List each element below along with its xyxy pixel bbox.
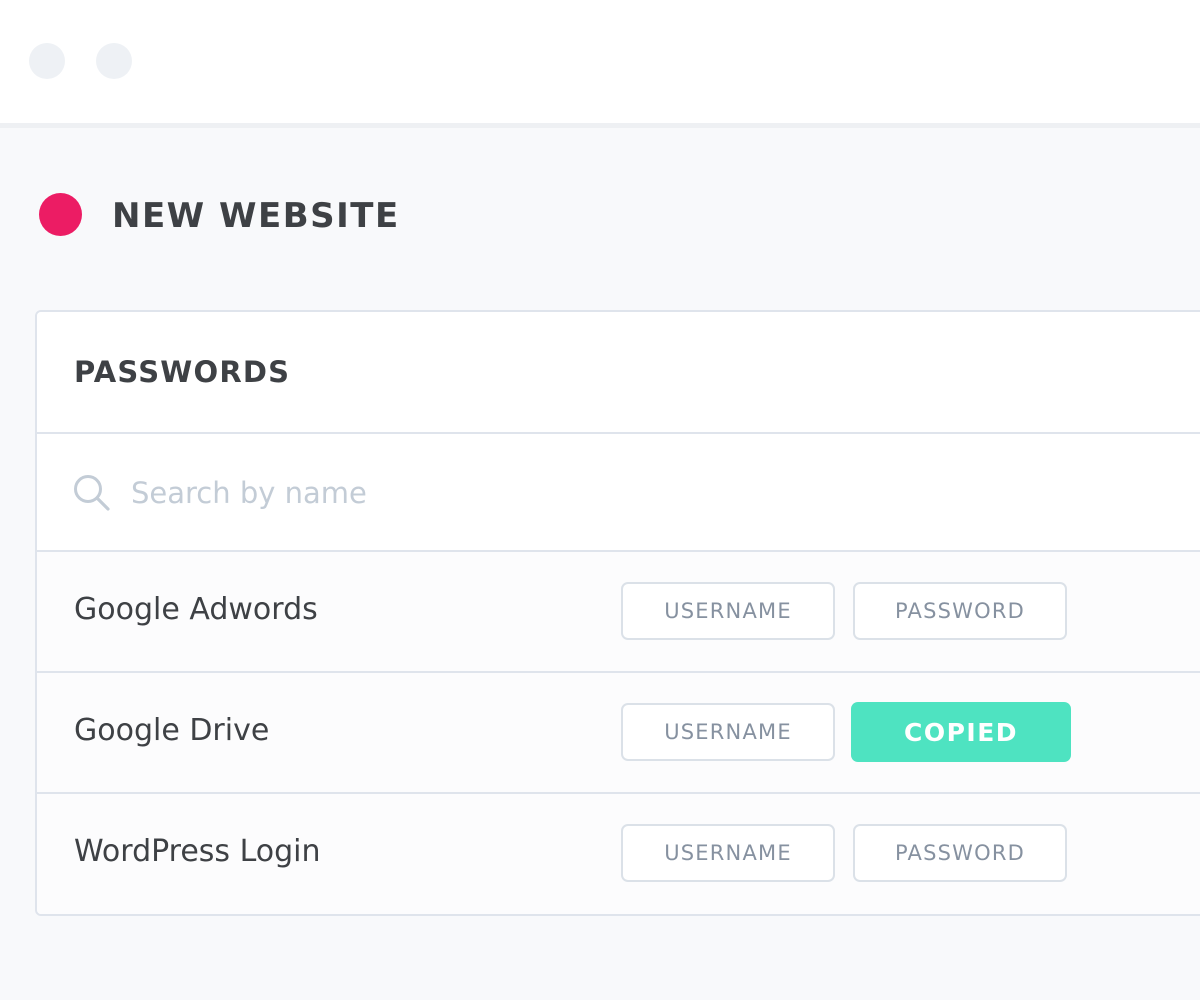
copy-username-button[interactable]: USERNAME xyxy=(621,703,835,761)
copy-password-button[interactable]: PASSWORD xyxy=(853,582,1067,640)
passwords-panel-header: PASSWORDS xyxy=(37,312,1200,434)
copy-username-button[interactable]: USERNAME xyxy=(621,582,835,640)
project-color-dot xyxy=(39,193,82,236)
copied-confirmation-button[interactable]: COPIED xyxy=(851,702,1071,762)
window-control-dot[interactable] xyxy=(29,43,65,79)
project-title: NEW WEBSITE xyxy=(112,196,400,236)
window-control-dot[interactable] xyxy=(96,43,132,79)
search-icon xyxy=(71,472,113,514)
window-titlebar xyxy=(0,0,1200,128)
password-row[interactable]: WordPress Login USERNAME PASSWORD xyxy=(37,794,1200,914)
copy-username-button[interactable]: USERNAME xyxy=(621,824,835,882)
password-row[interactable]: Google Adwords USERNAME PASSWORD xyxy=(37,552,1200,673)
password-row[interactable]: Google Drive USERNAME COPIED xyxy=(37,673,1200,794)
password-entry-name: WordPress Login xyxy=(74,834,321,869)
passwords-title: PASSWORDS xyxy=(74,355,291,389)
search-bar xyxy=(37,434,1200,552)
copy-password-button[interactable]: PASSWORD xyxy=(853,824,1067,882)
password-entry-name: Google Drive xyxy=(74,713,270,748)
passwords-panel: PASSWORDS Google Adwords USERNAME PASSWO… xyxy=(35,310,1200,916)
password-entry-name: Google Adwords xyxy=(74,592,318,627)
search-input[interactable] xyxy=(131,470,731,516)
